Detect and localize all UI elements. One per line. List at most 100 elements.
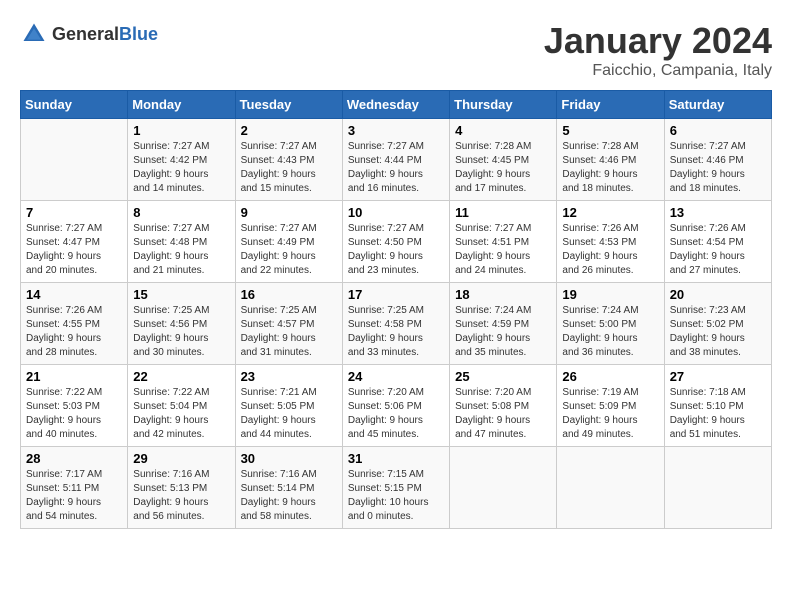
day-info: Sunrise: 7:17 AMSunset: 5:11 PMDaylight:… [26, 468, 122, 524]
day-info: Sunrise: 7:24 AMSunset: 4:59 PMDaylight:… [455, 304, 551, 360]
calendar-cell: 17 Sunrise: 7:25 AMSunset: 4:58 PMDayligh… [342, 283, 449, 365]
calendar-cell: 1 Sunrise: 7:27 AMSunset: 4:42 PMDaylight… [128, 119, 235, 201]
day-number: 24 [348, 369, 444, 384]
day-number: 17 [348, 287, 444, 302]
day-number: 27 [670, 369, 766, 384]
day-number: 28 [26, 451, 122, 466]
calendar-cell: 26 Sunrise: 7:19 AMSunset: 5:09 PMDayligh… [557, 365, 664, 447]
day-info: Sunrise: 7:27 AMSunset: 4:43 PMDaylight:… [241, 140, 337, 196]
column-header-saturday: Saturday [664, 91, 771, 119]
calendar-cell: 11 Sunrise: 7:27 AMSunset: 4:51 PMDayligh… [450, 201, 557, 283]
day-info: Sunrise: 7:21 AMSunset: 5:05 PMDaylight:… [241, 386, 337, 442]
column-header-sunday: Sunday [21, 91, 128, 119]
day-number: 13 [670, 205, 766, 220]
day-info: Sunrise: 7:25 AMSunset: 4:56 PMDaylight:… [133, 304, 229, 360]
calendar-cell: 9 Sunrise: 7:27 AMSunset: 4:49 PMDaylight… [235, 201, 342, 283]
calendar-week-row: 28 Sunrise: 7:17 AMSunset: 5:11 PMDayligh… [21, 447, 772, 529]
day-info: Sunrise: 7:27 AMSunset: 4:48 PMDaylight:… [133, 222, 229, 278]
logo-blue: Blue [119, 24, 158, 44]
logo: GeneralBlue [20, 20, 158, 48]
calendar-table: SundayMondayTuesdayWednesdayThursdayFrid… [20, 90, 772, 529]
day-number: 2 [241, 123, 337, 138]
day-number: 19 [562, 287, 658, 302]
column-header-wednesday: Wednesday [342, 91, 449, 119]
calendar-cell: 6 Sunrise: 7:27 AMSunset: 4:46 PMDaylight… [664, 119, 771, 201]
calendar-cell [664, 447, 771, 529]
day-number: 18 [455, 287, 551, 302]
day-number: 1 [133, 123, 229, 138]
calendar-cell: 22 Sunrise: 7:22 AMSunset: 5:04 PMDayligh… [128, 365, 235, 447]
day-number: 16 [241, 287, 337, 302]
day-info: Sunrise: 7:27 AMSunset: 4:49 PMDaylight:… [241, 222, 337, 278]
day-number: 25 [455, 369, 551, 384]
day-info: Sunrise: 7:26 AMSunset: 4:53 PMDaylight:… [562, 222, 658, 278]
calendar-week-row: 1 Sunrise: 7:27 AMSunset: 4:42 PMDaylight… [21, 119, 772, 201]
calendar-cell: 14Sunrise: 7:26 AMSunset: 4:55 PMDayligh… [21, 283, 128, 365]
calendar-cell: 12Sunrise: 7:26 AMSunset: 4:53 PMDayligh… [557, 201, 664, 283]
calendar-cell: 24 Sunrise: 7:20 AMSunset: 5:06 PMDayligh… [342, 365, 449, 447]
day-info: Sunrise: 7:20 AMSunset: 5:08 PMDaylight:… [455, 386, 551, 442]
day-info: Sunrise: 7:27 AMSunset: 4:51 PMDaylight:… [455, 222, 551, 278]
day-info: Sunrise: 7:26 AMSunset: 4:55 PMDaylight:… [26, 304, 122, 360]
day-info: Sunrise: 7:15 AMSunset: 5:15 PMDaylight:… [348, 468, 444, 524]
day-number: 11 [455, 205, 551, 220]
day-number: 8 [133, 205, 229, 220]
day-number: 6 [670, 123, 766, 138]
day-number: 15 [133, 287, 229, 302]
day-info: Sunrise: 7:19 AMSunset: 5:09 PMDaylight:… [562, 386, 658, 442]
day-info: Sunrise: 7:27 AMSunset: 4:44 PMDaylight:… [348, 140, 444, 196]
title-block: January 2024 Faicchio, Campania, Italy [544, 20, 772, 80]
day-info: Sunrise: 7:27 AMSunset: 4:46 PMDaylight:… [670, 140, 766, 196]
calendar-week-row: 14Sunrise: 7:26 AMSunset: 4:55 PMDayligh… [21, 283, 772, 365]
day-number: 29 [133, 451, 229, 466]
calendar-cell: 25 Sunrise: 7:20 AMSunset: 5:08 PMDayligh… [450, 365, 557, 447]
day-number: 9 [241, 205, 337, 220]
day-number: 3 [348, 123, 444, 138]
calendar-cell: 21 Sunrise: 7:22 AMSunset: 5:03 PMDayligh… [21, 365, 128, 447]
logo-general: General [52, 24, 119, 44]
column-header-monday: Monday [128, 91, 235, 119]
calendar-cell: 19Sunrise: 7:24 AMSunset: 5:00 PMDayligh… [557, 283, 664, 365]
day-info: Sunrise: 7:28 AMSunset: 4:45 PMDaylight:… [455, 140, 551, 196]
column-header-tuesday: Tuesday [235, 91, 342, 119]
column-header-thursday: Thursday [450, 91, 557, 119]
calendar-cell: 10Sunrise: 7:27 AMSunset: 4:50 PMDayligh… [342, 201, 449, 283]
calendar-cell: 18 Sunrise: 7:24 AMSunset: 4:59 PMDayligh… [450, 283, 557, 365]
calendar-header-row: SundayMondayTuesdayWednesdayThursdayFrid… [21, 91, 772, 119]
calendar-cell [557, 447, 664, 529]
calendar-cell: 4 Sunrise: 7:28 AMSunset: 4:45 PMDaylight… [450, 119, 557, 201]
day-number: 7 [26, 205, 122, 220]
calendar-subtitle: Faicchio, Campania, Italy [544, 62, 772, 80]
day-info: Sunrise: 7:28 AMSunset: 4:46 PMDaylight:… [562, 140, 658, 196]
calendar-cell: 31Sunrise: 7:15 AMSunset: 5:15 PMDayligh… [342, 447, 449, 529]
calendar-cell: 23 Sunrise: 7:21 AMSunset: 5:05 PMDayligh… [235, 365, 342, 447]
calendar-week-row: 21 Sunrise: 7:22 AMSunset: 5:03 PMDayligh… [21, 365, 772, 447]
calendar-cell: 13 Sunrise: 7:26 AMSunset: 4:54 PMDayligh… [664, 201, 771, 283]
calendar-cell: 16Sunrise: 7:25 AMSunset: 4:57 PMDayligh… [235, 283, 342, 365]
day-info: Sunrise: 7:27 AMSunset: 4:50 PMDaylight:… [348, 222, 444, 278]
day-info: Sunrise: 7:16 AMSunset: 5:13 PMDaylight:… [133, 468, 229, 524]
day-number: 23 [241, 369, 337, 384]
calendar-cell: 20Sunrise: 7:23 AMSunset: 5:02 PMDayligh… [664, 283, 771, 365]
page-header: GeneralBlue January 2024 Faicchio, Campa… [20, 20, 772, 80]
column-header-friday: Friday [557, 91, 664, 119]
day-info: Sunrise: 7:22 AMSunset: 5:03 PMDaylight:… [26, 386, 122, 442]
day-number: 20 [670, 287, 766, 302]
day-info: Sunrise: 7:16 AMSunset: 5:14 PMDaylight:… [241, 468, 337, 524]
calendar-week-row: 7Sunrise: 7:27 AMSunset: 4:47 PMDaylight… [21, 201, 772, 283]
day-number: 21 [26, 369, 122, 384]
day-info: Sunrise: 7:26 AMSunset: 4:54 PMDaylight:… [670, 222, 766, 278]
day-number: 26 [562, 369, 658, 384]
day-number: 22 [133, 369, 229, 384]
logo-icon [20, 20, 48, 48]
day-info: Sunrise: 7:22 AMSunset: 5:04 PMDaylight:… [133, 386, 229, 442]
calendar-cell [450, 447, 557, 529]
calendar-cell: 28 Sunrise: 7:17 AMSunset: 5:11 PMDayligh… [21, 447, 128, 529]
calendar-cell: 8 Sunrise: 7:27 AMSunset: 4:48 PMDaylight… [128, 201, 235, 283]
day-info: Sunrise: 7:20 AMSunset: 5:06 PMDaylight:… [348, 386, 444, 442]
calendar-cell: 15 Sunrise: 7:25 AMSunset: 4:56 PMDayligh… [128, 283, 235, 365]
day-info: Sunrise: 7:25 AMSunset: 4:58 PMDaylight:… [348, 304, 444, 360]
day-number: 4 [455, 123, 551, 138]
day-info: Sunrise: 7:27 AMSunset: 4:42 PMDaylight:… [133, 140, 229, 196]
calendar-cell: 7Sunrise: 7:27 AMSunset: 4:47 PMDaylight… [21, 201, 128, 283]
